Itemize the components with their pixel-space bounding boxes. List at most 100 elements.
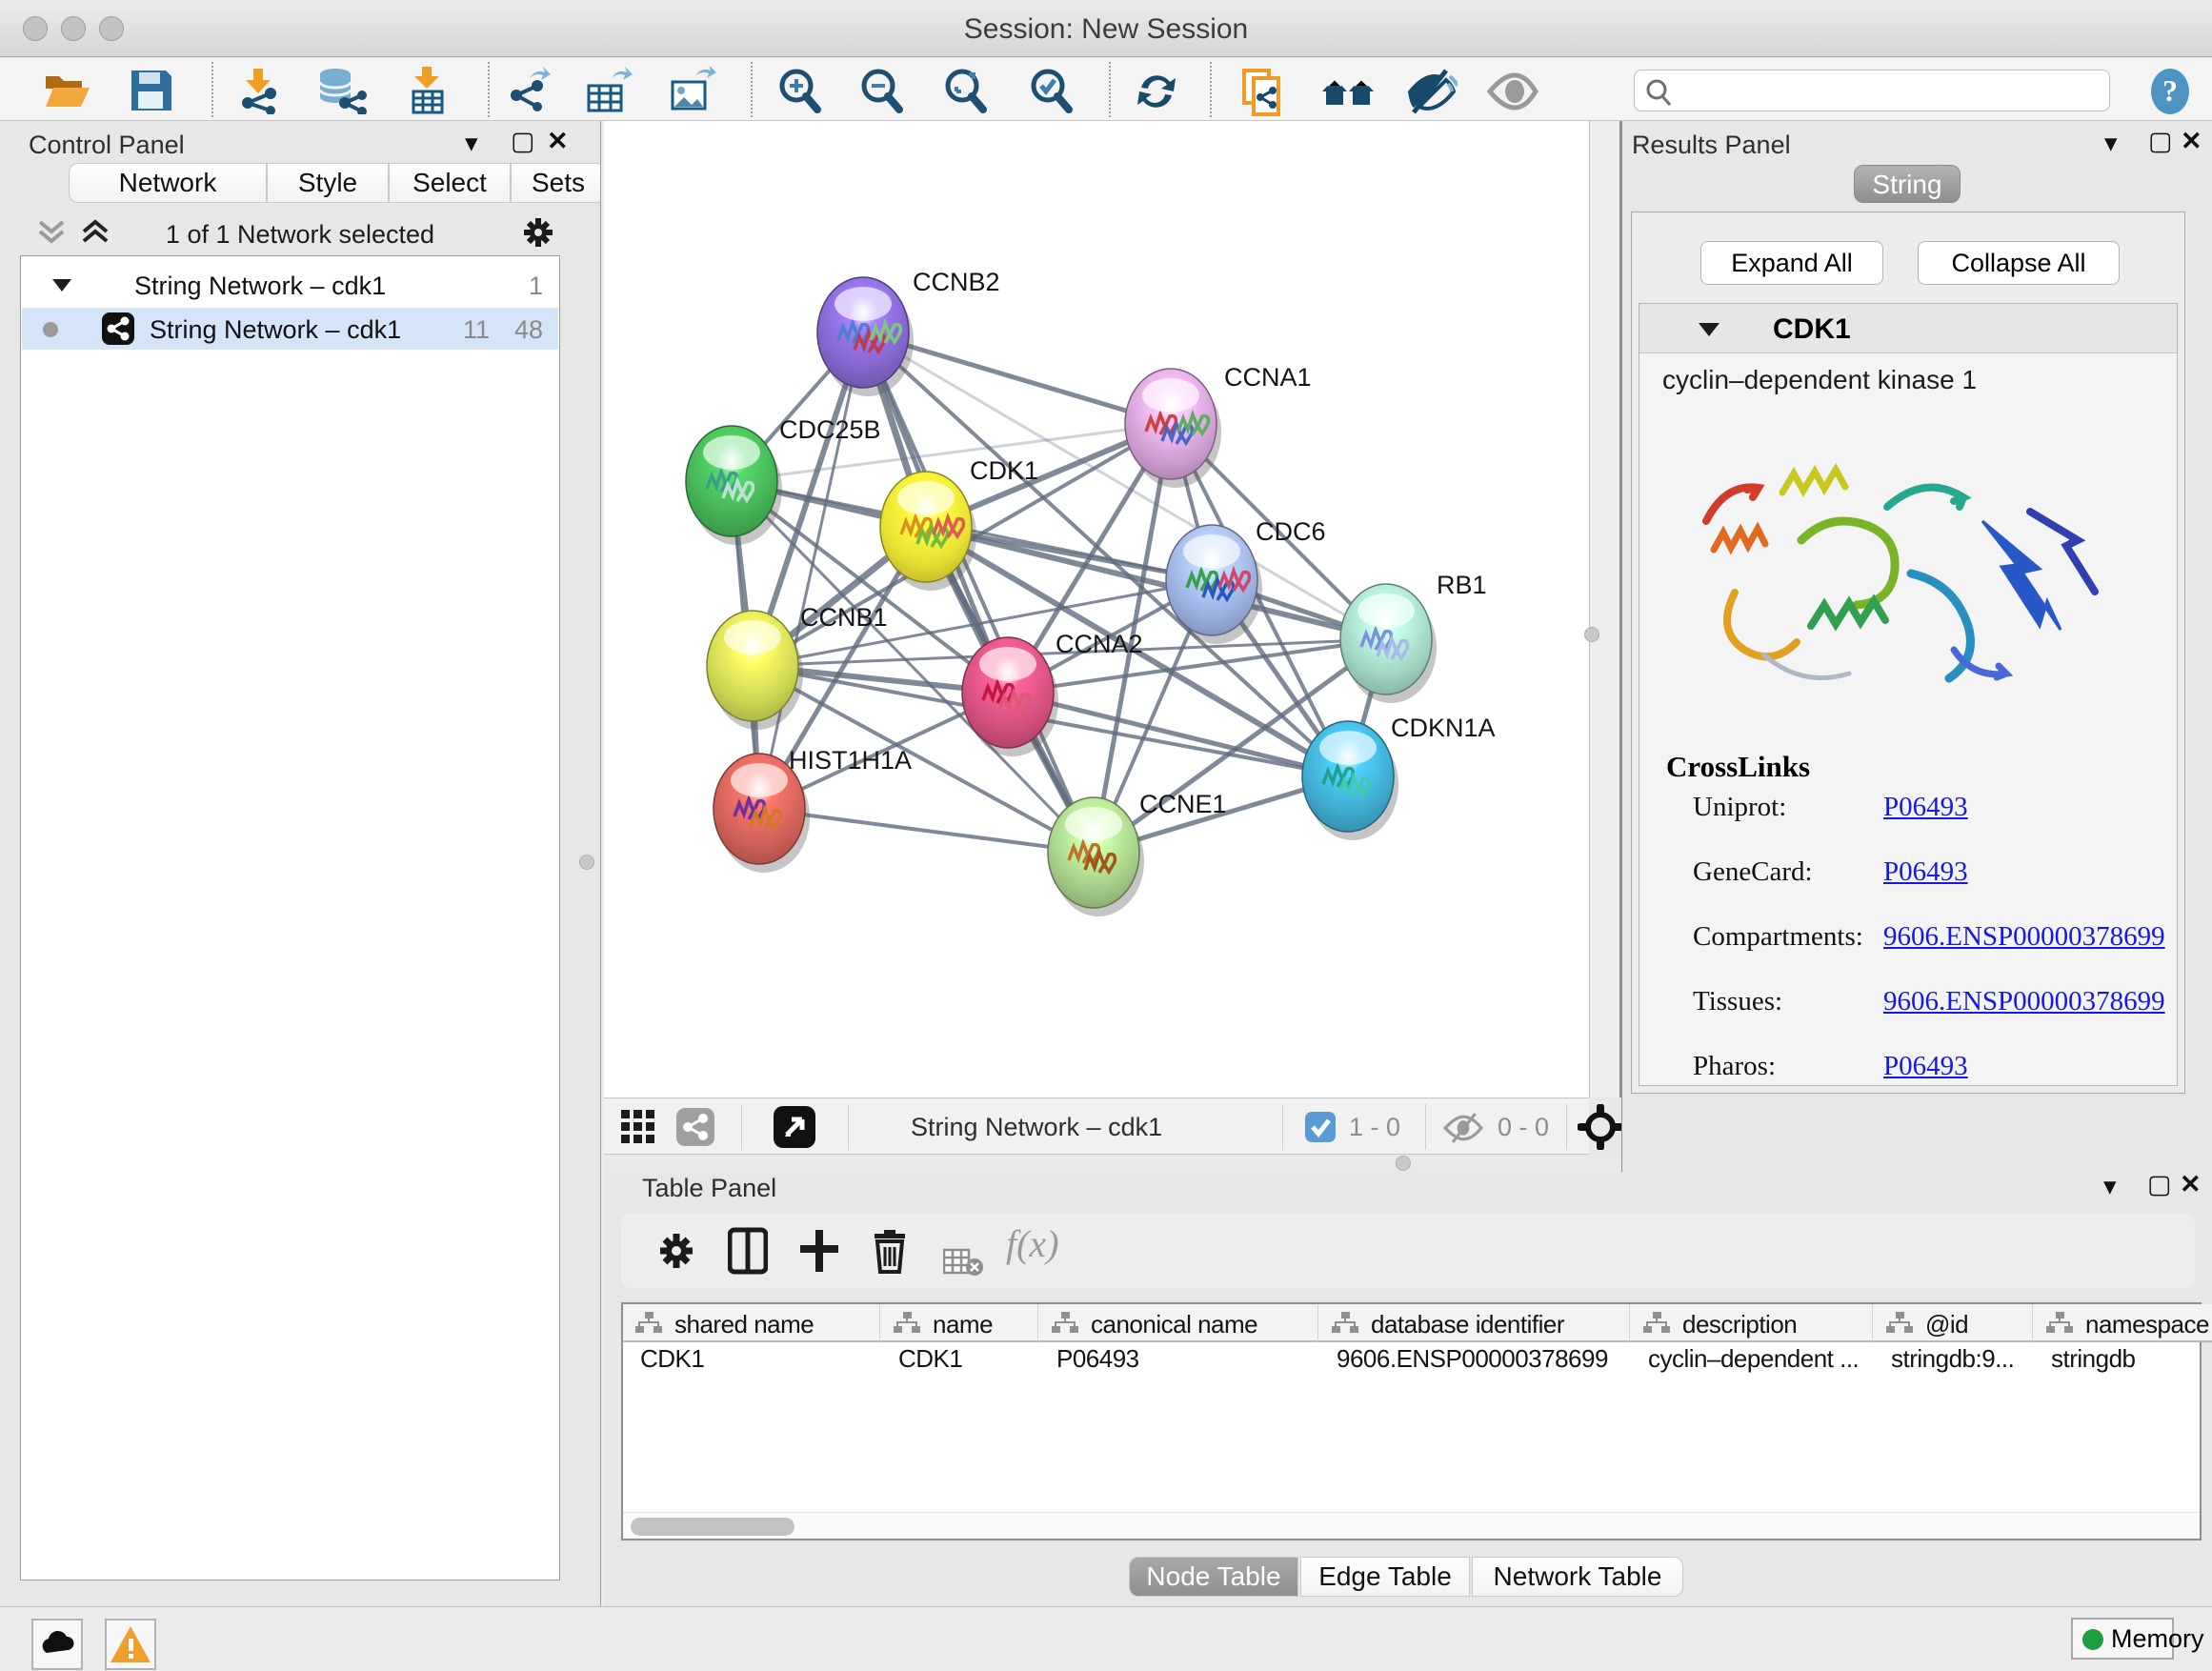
table-cell[interactable]: CDK1 — [623, 1344, 880, 1380]
network-node-CCNB1[interactable]: CCNB1 — [707, 603, 888, 730]
zoom-selected-icon[interactable] — [1027, 67, 1076, 114]
import-table-file-icon[interactable] — [402, 67, 452, 114]
show-columns-icon[interactable] — [728, 1227, 768, 1275]
network-node-CDK1[interactable]: CDK1 — [880, 456, 1038, 591]
statusbar-divider — [1425, 1104, 1426, 1150]
hide-selected-icon[interactable] — [1404, 67, 1454, 114]
clone-network-icon[interactable] — [1237, 67, 1286, 114]
maximize-panel-icon[interactable]: ▢ — [2148, 127, 2173, 156]
protein-card-header[interactable]: CDK1 — [1639, 304, 2177, 353]
table-cell[interactable]: cyclin–dependent ... — [1631, 1344, 1873, 1380]
splitter-grip[interactable] — [579, 855, 594, 870]
close-panel-icon[interactable]: ✕ — [2180, 1170, 2202, 1199]
crosslink-link[interactable]: P06493 — [1883, 856, 1968, 887]
close-panel-icon[interactable]: ✕ — [2181, 127, 2202, 156]
delete-column-icon[interactable] — [871, 1227, 909, 1275]
collapse-triangle-icon[interactable] — [50, 275, 73, 294]
table-cell[interactable]: 9606.ENSP00000378699 — [1319, 1344, 1630, 1380]
network-row[interactable]: String Network – cdk1 11 48 — [22, 308, 558, 350]
table-horizontal-scrollbar[interactable] — [623, 1512, 2200, 1539]
tab-network[interactable]: Network — [69, 163, 267, 203]
node-label-CCNB2: CCNB2 — [913, 268, 1000, 296]
export-image-icon[interactable] — [667, 67, 716, 114]
crosslink-label: Tissues: — [1693, 986, 1883, 1017]
collapse-all-button[interactable]: Collapse All — [1918, 241, 2120, 285]
search-input[interactable] — [1680, 72, 2100, 109]
tab-style[interactable]: Style — [267, 163, 389, 203]
table-cell[interactable]: CDK1 — [881, 1344, 1038, 1380]
network-node-CCNB2[interactable]: CCNB2 — [817, 268, 1000, 396]
float-panel-icon[interactable]: ▾ — [2104, 129, 2118, 158]
results-panel-splitter[interactable] — [1589, 121, 1621, 1097]
network-canvas[interactable]: CCNB2CCNA1CDC25BCDK1CDC6RB1CCNB1CCNA2CDK… — [604, 121, 1589, 1097]
tab-edge-table[interactable]: Edge Table — [1300, 1557, 1470, 1597]
network-options-gear-icon[interactable] — [520, 214, 556, 251]
maximize-panel-icon[interactable]: ▢ — [511, 127, 535, 156]
open-session-icon[interactable] — [42, 67, 91, 114]
zoom-fit-icon[interactable] — [941, 67, 991, 114]
network-node-RB1[interactable]: RB1 — [1340, 571, 1487, 703]
collection-label: String Network – cdk1 — [134, 272, 386, 301]
network-node-CDKN1A[interactable]: CDKN1A — [1302, 714, 1496, 840]
import-network-file-icon[interactable] — [234, 67, 284, 114]
refresh-icon[interactable] — [1132, 67, 1181, 114]
column-header-canonical-name[interactable]: canonical name — [1039, 1304, 1318, 1342]
table-options-gear-icon[interactable] — [655, 1227, 697, 1275]
delete-table-icon[interactable] — [943, 1238, 985, 1286]
table-cell[interactable]: stringdb — [2034, 1344, 2212, 1380]
expand-all-button[interactable]: Expand All — [1700, 241, 1883, 285]
export-network-icon[interactable] — [503, 67, 553, 114]
birds-eye-view-icon[interactable] — [774, 1106, 815, 1148]
splitter-grip[interactable] — [1396, 1156, 1411, 1171]
selected-checkbox-icon[interactable] — [1305, 1112, 1336, 1142]
float-view-icon[interactable] — [676, 1108, 714, 1146]
memory-button[interactable]: Memory — [2071, 1618, 2174, 1660]
column-header-name[interactable]: name — [881, 1304, 1038, 1342]
network-node-CDC6[interactable]: CDC6 — [1166, 517, 1326, 644]
zoom-in-icon[interactable] — [775, 67, 825, 114]
export-table-icon[interactable] — [583, 67, 633, 114]
show-all-icon[interactable] — [1486, 67, 1536, 114]
tab-node-table[interactable]: Node Table — [1129, 1557, 1298, 1597]
network-node-HIST1H1A[interactable]: HIST1H1A — [714, 746, 912, 873]
column-header-@id[interactable]: @id — [1874, 1304, 2033, 1342]
column-header-shared-name[interactable]: shared name — [623, 1304, 880, 1342]
collapse-triangle-icon[interactable] — [1697, 319, 1721, 340]
crosslink-link[interactable]: 9606.ENSP00000378699 — [1883, 986, 2165, 1017]
network-node-CDC25B[interactable]: CDC25B — [686, 415, 881, 545]
grid-view-icon[interactable] — [621, 1110, 657, 1144]
tab-sets[interactable]: Sets — [511, 163, 606, 203]
maximize-panel-icon[interactable]: ▢ — [2147, 1170, 2172, 1199]
first-neighbors-icon[interactable] — [1320, 67, 1370, 114]
crosslink-link[interactable]: P06493 — [1883, 1051, 1968, 1081]
scrollbar-thumb[interactable] — [631, 1518, 794, 1536]
close-panel-icon[interactable]: ✕ — [547, 127, 569, 156]
protein-description: cyclin–dependent kinase 1 — [1662, 365, 1977, 395]
network-edge-CCNB2-CCNE1[interactable] — [863, 332, 1094, 853]
splitter-grip[interactable] — [1584, 627, 1599, 642]
tab-network-table[interactable]: Network Table — [1472, 1557, 1683, 1597]
crosslink-link[interactable]: P06493 — [1883, 792, 1968, 822]
column-header-database-identifier[interactable]: database identifier — [1319, 1304, 1630, 1342]
column-header-description[interactable]: description — [1631, 1304, 1873, 1342]
float-panel-icon[interactable]: ▾ — [465, 129, 478, 158]
crosslink-link[interactable]: 9606.ENSP00000378699 — [1883, 921, 2165, 952]
network-node-CCNE1[interactable]: CCNE1 — [1048, 790, 1227, 916]
table-cell[interactable]: stringdb:9... — [1874, 1344, 2033, 1380]
save-session-icon[interactable] — [126, 67, 175, 114]
function-builder-icon[interactable]: f(x) — [1006, 1221, 1059, 1269]
tab-select[interactable]: Select — [389, 163, 511, 203]
network-collection-row[interactable]: String Network – cdk1 1 — [22, 264, 558, 306]
zoom-out-icon[interactable] — [857, 67, 907, 114]
add-column-icon[interactable] — [798, 1227, 840, 1275]
import-network-database-icon[interactable] — [314, 67, 364, 114]
warnings-button[interactable] — [105, 1619, 156, 1670]
float-panel-icon[interactable]: ▾ — [2103, 1172, 2117, 1201]
window-titlebar: Session: New Session — [0, 0, 2212, 57]
fit-content-crosshair-icon[interactable] — [1578, 1104, 1623, 1150]
cloud-status-button[interactable] — [31, 1619, 83, 1670]
tab-string[interactable]: String — [1854, 165, 1961, 203]
help-icon[interactable]: ? — [2145, 67, 2195, 114]
table-cell[interactable]: P06493 — [1039, 1344, 1318, 1380]
column-header-namespace[interactable]: namespace — [2034, 1304, 2212, 1342]
